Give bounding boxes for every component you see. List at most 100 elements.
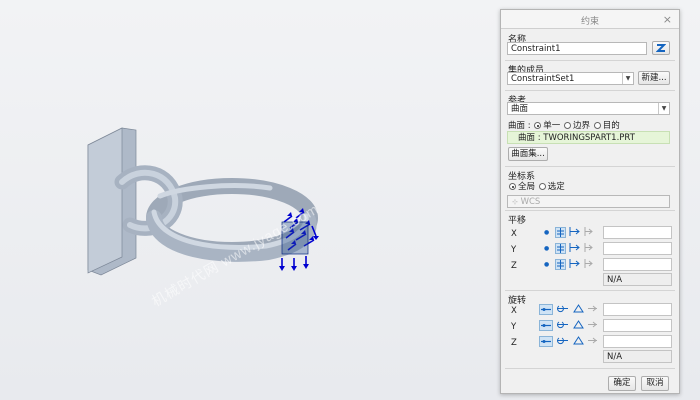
- surface-mode-row: 曲面 : 单一 边界 目的: [508, 119, 620, 131]
- rotation-label: 旋转: [508, 296, 527, 306]
- translation-label: 平移: [508, 216, 527, 226]
- periodic-icon[interactable]: [583, 243, 594, 254]
- radio-intent[interactable]: [593, 122, 601, 129]
- rotation-z-value[interactable]: [603, 335, 672, 348]
- free-icon[interactable]: ●: [544, 229, 549, 236]
- rotation-prescribed-icon[interactable]: [573, 304, 584, 315]
- radio-boundary[interactable]: [564, 122, 571, 129]
- rotation-fixed-icon[interactable]: [556, 336, 570, 347]
- prescribed-glyph: [569, 259, 580, 268]
- rotation-fixed-glyph: [557, 305, 568, 313]
- prescribed-icon[interactable]: [569, 227, 580, 238]
- rotation-free-glyph: [541, 340, 551, 343]
- rotation-x-label: X: [511, 306, 517, 316]
- rotation-y-value[interactable]: [603, 319, 672, 332]
- option-global: 全局: [518, 182, 536, 192]
- free-icon[interactable]: ●: [544, 261, 549, 268]
- rotation-periodic-glyph: [588, 337, 597, 344]
- rotation-fixed-glyph: [557, 321, 568, 329]
- surface-sets-button[interactable]: 曲面集...: [508, 147, 548, 161]
- rotation-prescribed-icon[interactable]: [573, 336, 584, 347]
- chevron-down-icon: ▼: [622, 73, 633, 84]
- fixed-icon[interactable]: [555, 227, 566, 238]
- name-lookup-button[interactable]: [652, 41, 670, 55]
- rotation-free-glyph: [541, 324, 551, 327]
- rotation-periodic-icon[interactable]: [587, 336, 598, 347]
- reference-type-dropdown[interactable]: 曲面 ▼: [507, 102, 670, 115]
- prescribed-glyph: [569, 243, 580, 252]
- csys-field[interactable]: ⊹ WCS: [507, 195, 670, 208]
- set-section: 集的成员 ConstraintSet1 ▼ 新建...: [505, 60, 675, 91]
- free-icon[interactable]: ●: [544, 245, 549, 252]
- plate-face: [87, 127, 123, 274]
- option-intent: 目的: [602, 121, 620, 131]
- selected-reference-item[interactable]: 曲面 : TWORINGSPART1.PRT: [507, 131, 670, 144]
- prescribed-icon[interactable]: [569, 259, 580, 270]
- translation-y-label: Y: [511, 245, 517, 255]
- close-icon[interactable]: ×: [663, 13, 672, 26]
- option-single: 单一: [543, 121, 561, 131]
- translation-x-label: X: [511, 229, 517, 239]
- set-value: ConstraintSet1: [511, 74, 575, 84]
- periodic-glyph: [584, 259, 593, 268]
- rotation-prescribed-glyph: [573, 320, 584, 329]
- ok-button[interactable]: 确定: [608, 376, 636, 391]
- surface-mode-label: 曲面 :: [508, 121, 531, 131]
- rotation-fixed-icon[interactable]: [556, 320, 570, 331]
- rotation-periodic-glyph: [588, 305, 597, 312]
- constraint-dialog: 约束 × 名称 Constraint1 集的成员 ConstraintSet1 …: [500, 9, 680, 394]
- rotation-periodic-glyph: [588, 321, 597, 328]
- chevron-down-icon: ▼: [658, 103, 669, 114]
- set-dropdown[interactable]: ConstraintSet1 ▼: [507, 72, 634, 85]
- fixed-icon[interactable]: [555, 243, 566, 254]
- radio-selected[interactable]: [538, 183, 546, 190]
- option-selected: 选定: [547, 182, 565, 192]
- periodic-glyph: [584, 227, 593, 236]
- rotation-free-icon[interactable]: [539, 304, 553, 315]
- csys-section: 坐标系 全局 选定 ⊹ WCS: [505, 166, 675, 211]
- rotation-na: N/A: [603, 350, 672, 363]
- rotation-free-icon[interactable]: [539, 320, 553, 331]
- translation-z-value[interactable]: [603, 258, 672, 271]
- prescribed-icon[interactable]: [569, 243, 580, 254]
- rotation-z-label: Z: [511, 338, 517, 348]
- reference-section: 参考 曲面 ▼ 曲面 : 单一 边界 目的 曲面 : TWORINGSPART1…: [505, 90, 675, 169]
- dialog-footer: 确定 取消: [505, 368, 675, 393]
- fixed-glyph: [557, 228, 564, 237]
- rotation-prescribed-icon[interactable]: [573, 320, 584, 331]
- fixed-glyph: [557, 244, 564, 253]
- radio-global[interactable]: [509, 183, 516, 190]
- fixed-icon[interactable]: [555, 259, 566, 270]
- translation-y-value[interactable]: [603, 242, 672, 255]
- rotation-prescribed-glyph: [573, 304, 584, 313]
- new-set-button[interactable]: 新建...: [638, 71, 670, 85]
- rotation-periodic-icon[interactable]: [587, 320, 598, 331]
- rotation-fixed-icon[interactable]: [556, 304, 570, 315]
- translation-z-label: Z: [511, 261, 517, 271]
- periodic-glyph: [584, 243, 593, 252]
- option-boundary: 边界: [573, 121, 591, 131]
- rotation-x-value[interactable]: [603, 303, 672, 316]
- translation-x-value[interactable]: [603, 226, 672, 239]
- translation-section: 平移 X ● Y ● Z ● N/A: [505, 210, 675, 291]
- fixed-glyph: [557, 260, 564, 269]
- periodic-icon[interactable]: [583, 227, 594, 238]
- csys-icon: ⊹: [512, 198, 518, 206]
- ring-model: [87, 127, 319, 276]
- rotation-fixed-glyph: [557, 337, 568, 345]
- rotation-prescribed-glyph: [573, 336, 584, 345]
- rotation-periodic-icon[interactable]: [587, 304, 598, 315]
- rotation-free-glyph: [541, 308, 551, 311]
- rotation-y-label: Y: [511, 322, 517, 332]
- rotation-free-icon[interactable]: [539, 336, 553, 347]
- radio-single[interactable]: [534, 122, 542, 129]
- rotation-section: 旋转 X Y Z N/A: [505, 290, 675, 369]
- constraint-type-icon: [655, 44, 667, 52]
- name-field[interactable]: Constraint1: [507, 42, 647, 55]
- cancel-button[interactable]: 取消: [641, 376, 669, 391]
- csys-value: WCS: [520, 197, 541, 207]
- translation-na: N/A: [603, 273, 672, 286]
- prescribed-glyph: [569, 227, 580, 236]
- periodic-icon[interactable]: [583, 259, 594, 270]
- reference-type-value: 曲面: [511, 104, 529, 114]
